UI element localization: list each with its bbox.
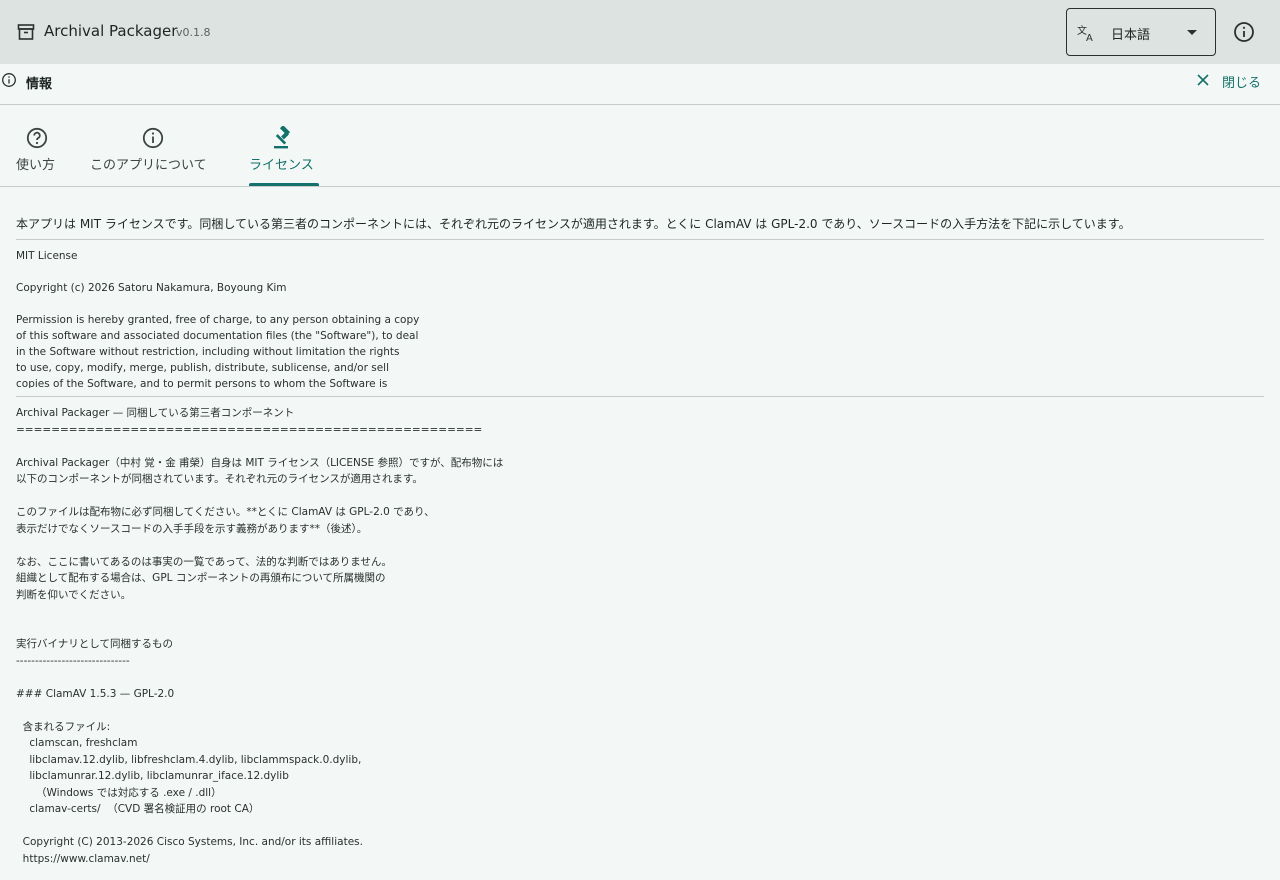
third-party-notice-text: Archival Packager — 同梱している第三者コンポーネント ===… — [16, 407, 504, 865]
language-select[interactable]: 文 A 日本語 — [1066, 8, 1216, 56]
archive-box-icon — [17, 24, 35, 40]
app-title: Archival Packager — [44, 22, 178, 40]
info-button-icon[interactable] — [1232, 20, 1256, 44]
divider — [16, 239, 1264, 240]
divider — [16, 396, 1264, 397]
tab-license[interactable]: ライセンス — [234, 105, 334, 186]
mit-license-text: MIT License Copyright (c) 2026 Satoru Na… — [16, 250, 420, 388]
tab-bar: 使い方 このアプリについて ライセンス — [0, 105, 1280, 187]
tab-label: このアプリについて — [90, 158, 207, 173]
info-icon — [2, 73, 16, 87]
license-intro: 本アプリは MIT ライセンスです。同梱している第三者のコンポーネントには、それ… — [16, 217, 1131, 231]
tab-label: ライセンス — [249, 158, 314, 173]
mit-license-scrollbox[interactable]: MIT License Copyright (c) 2026 Satoru Na… — [16, 248, 1264, 388]
tab-about[interactable]: このアプリについて — [74, 105, 234, 186]
tab-usage[interactable]: 使い方 — [0, 105, 74, 186]
chevron-down-icon — [1187, 30, 1197, 35]
tab-label: 使い方 — [16, 158, 56, 173]
app-bar: Archival Packager v0.1.8 文 A 日本語 — [0, 0, 1280, 64]
panel-header: 情報 閉じる — [0, 64, 1280, 105]
info-circle-icon — [142, 127, 164, 149]
close-label: 閉じる — [1222, 76, 1262, 91]
third-party-notice-scrollbox[interactable]: Archival Packager — 同梱している第三者コンポーネント ===… — [16, 405, 1264, 880]
help-circle-icon — [26, 127, 48, 149]
close-icon — [1197, 74, 1209, 86]
app-version: v0.1.8 — [176, 26, 211, 39]
language-value: 日本語 — [1111, 28, 1151, 43]
svg-text:A: A — [1086, 33, 1093, 43]
gavel-icon — [274, 126, 290, 149]
panel-title: 情報 — [26, 77, 53, 92]
active-tab-indicator — [249, 183, 319, 186]
translate-icon: 文 A — [1077, 24, 1093, 43]
